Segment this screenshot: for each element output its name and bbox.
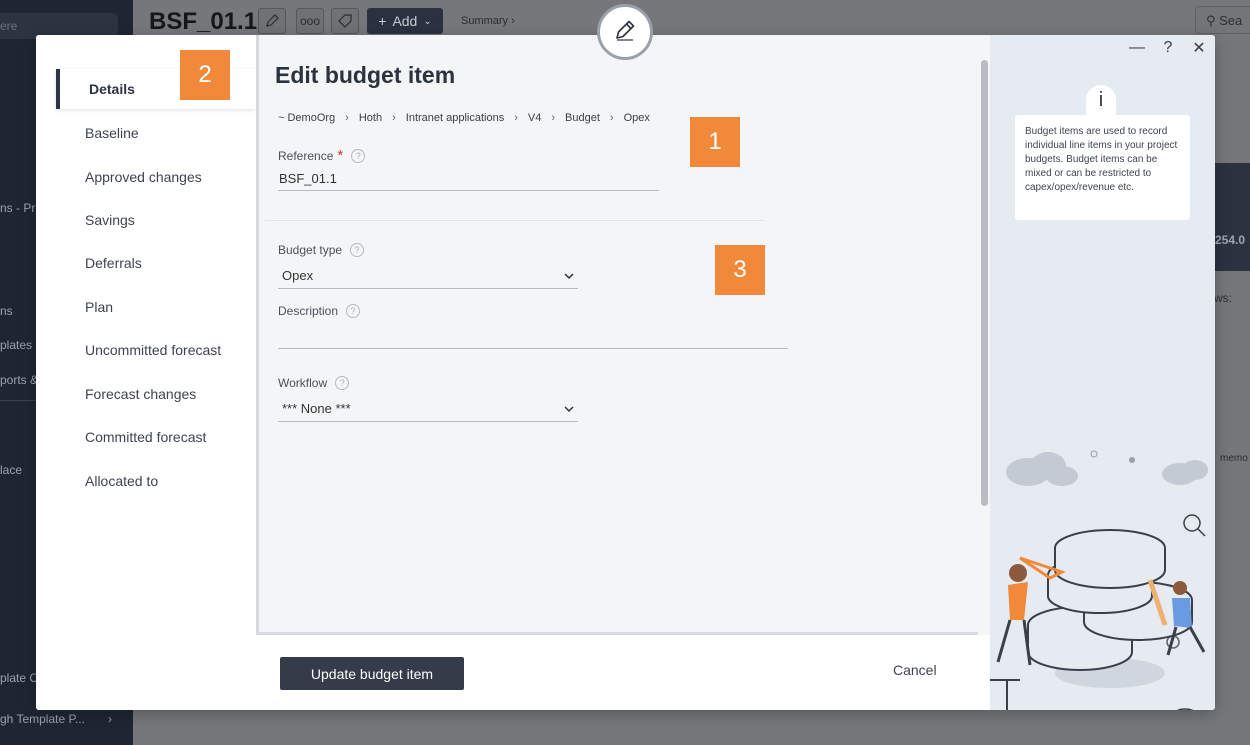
help-icon[interactable]: ? xyxy=(346,304,361,318)
search-icon: ⚲ xyxy=(1206,13,1220,28)
breadcrumb: ~ DemoOrg › Hoth › Intranet applications › … xyxy=(278,112,650,124)
search-input[interactable]: ⚲ Sea xyxy=(1195,6,1250,34)
annotation-badge-1: 1 xyxy=(690,117,740,167)
help-icon[interactable]: ? xyxy=(351,148,366,163)
chevron-down-icon xyxy=(564,401,574,416)
sidebar-item[interactable]: plate C xyxy=(0,671,38,685)
budget-type-select[interactable]: Opex xyxy=(278,263,578,289)
nav-item-allocated-to[interactable]: Allocated to xyxy=(85,473,158,489)
sidebar-item[interactable]: gh Template P... xyxy=(0,712,85,726)
nav-item-deferrals[interactable]: Deferrals xyxy=(85,255,142,271)
sidebar-divider xyxy=(0,400,40,401)
dialog-footer xyxy=(36,635,990,710)
breadcrumb-item[interactable]: Intranet applications xyxy=(406,112,504,124)
close-icon[interactable]: ✕ xyxy=(1190,39,1208,57)
memo-label: memo xyxy=(1220,453,1248,464)
help-icon[interactable]: ? xyxy=(335,376,350,390)
rows-label: ws: xyxy=(1214,291,1232,305)
pencil-icon xyxy=(612,17,638,48)
breadcrumb-item[interactable]: Budget xyxy=(565,112,600,124)
chevron-right-icon[interactable]: › xyxy=(108,712,130,730)
chevron-right-icon: › xyxy=(609,112,614,124)
reference-label: Reference *? xyxy=(278,147,366,164)
nav-item-forecast-changes[interactable]: Forecast changes xyxy=(85,386,196,402)
chevron-down-icon xyxy=(564,268,574,283)
info-text: Budget items are used to record individu… xyxy=(1015,115,1190,220)
scrollbar-thumb[interactable] xyxy=(981,60,988,506)
page-title: BSF_01.1 xyxy=(149,8,258,35)
help-icon[interactable]: ? xyxy=(1159,39,1177,57)
section-divider xyxy=(265,220,765,221)
annotation-badge-3: 3 xyxy=(715,245,765,295)
workflow-label: Workflow? xyxy=(278,376,350,390)
breadcrumb-item[interactable]: V4 xyxy=(528,112,541,124)
sidebar-item[interactable]: ns xyxy=(0,304,13,318)
minimize-icon[interactable]: — xyxy=(1128,39,1146,57)
description-input[interactable] xyxy=(278,325,788,349)
plus-icon: + xyxy=(378,13,387,29)
tag-icon[interactable] xyxy=(331,8,359,34)
nav-item-plan[interactable]: Plan xyxy=(85,299,113,315)
edit-mode-badge xyxy=(597,4,653,60)
chevron-down-icon: ⌄ xyxy=(423,15,432,27)
sidebar-item[interactable]: plates xyxy=(0,338,32,352)
dialog-nav: Details Baseline Approved changes Saving… xyxy=(36,35,256,635)
chevron-right-icon: › xyxy=(514,112,518,124)
nav-item-committed-forecast[interactable]: Committed forecast xyxy=(85,429,206,445)
help-icon[interactable]: ? xyxy=(350,243,365,257)
edit-icon[interactable] xyxy=(258,8,286,34)
breadcrumb-item[interactable]: Opex xyxy=(624,112,650,124)
chevron-right-icon: › xyxy=(551,112,556,124)
update-budget-item-button[interactable]: Update budget item xyxy=(280,657,464,690)
annotation-badge-2: 2 xyxy=(180,50,230,100)
nav-item-baseline[interactable]: Baseline xyxy=(85,125,139,141)
info-icon: i xyxy=(1086,85,1116,115)
sidebar-item[interactable]: lace xyxy=(0,463,22,477)
reference-input[interactable] xyxy=(278,167,659,191)
value-cell: 254.0 xyxy=(1215,163,1250,271)
breadcrumb-item[interactable]: ~ DemoOrg xyxy=(278,112,335,124)
nav-item-savings[interactable]: Savings xyxy=(85,212,135,228)
chevron-right-icon: › xyxy=(392,112,396,124)
nav-item-approved-changes[interactable]: Approved changes xyxy=(85,169,202,185)
required-asterisk: * xyxy=(337,147,344,164)
budget-illustration xyxy=(990,450,1208,710)
breadcrumb-item[interactable]: Hoth xyxy=(359,112,382,124)
workflow-select[interactable]: *** None *** xyxy=(278,396,578,422)
info-panel: — ? ✕ i Budget items are used to record … xyxy=(990,35,1215,710)
edit-budget-item-dialog: Details Baseline Approved changes Saving… xyxy=(36,35,1215,710)
dialog-title: Edit budget item xyxy=(275,62,456,88)
sidebar-item[interactable]: ports & xyxy=(0,373,38,387)
add-button[interactable]: + Add ⌄ xyxy=(367,8,443,34)
description-label: Description? xyxy=(278,304,361,318)
budget-type-label: Budget type? xyxy=(278,243,365,257)
nav-item-uncommitted-forecast[interactable]: Uncommitted forecast xyxy=(85,342,221,358)
summary-link[interactable]: Summary › xyxy=(461,15,515,27)
cancel-button[interactable]: Cancel xyxy=(893,662,937,678)
more-icon[interactable]: ooo xyxy=(296,8,324,34)
chevron-right-icon: › xyxy=(345,112,349,124)
